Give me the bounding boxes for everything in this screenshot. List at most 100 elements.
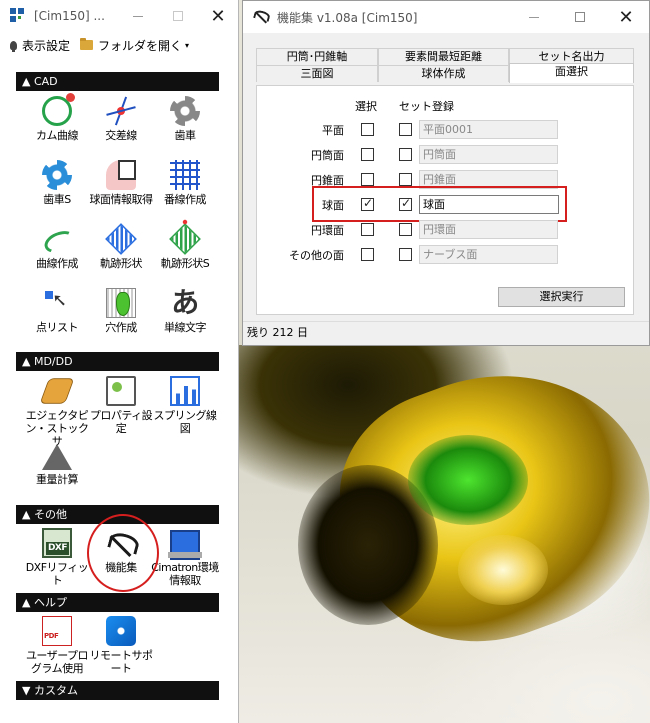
select-checkbox-cylinder[interactable] bbox=[361, 148, 374, 161]
dialog-titlebar[interactable]: 機能集 v1.08a [Cim150] ✕ bbox=[243, 1, 649, 33]
tile-label: カム曲線 bbox=[36, 129, 79, 142]
pickaxe-icon bbox=[253, 9, 269, 25]
minimize-icon bbox=[133, 15, 143, 17]
maximize-button[interactable] bbox=[158, 0, 198, 32]
tile-label: 球面情報取得 bbox=[89, 193, 154, 206]
close-button[interactable]: ✕ bbox=[198, 0, 238, 32]
section-cad[interactable]: ▲ CAD bbox=[16, 72, 219, 91]
feature-collection-dialog: 機能集 v1.08a [Cim150] ✕ 円筒･円錐軸 要素間最短距離 セット… bbox=[242, 0, 650, 346]
tile-user-program[interactable]: ユーザープログラム使用 bbox=[22, 616, 92, 675]
column-set-register: セット登録 bbox=[399, 100, 454, 113]
sphere-info-icon bbox=[106, 160, 136, 190]
row-label-torus: 円環面 bbox=[311, 224, 344, 237]
chevron-down-icon: ▾ bbox=[185, 40, 190, 50]
face-select-panel: 選択 セット登録 平面 平面0001 円筒面 円筒面 円錐面 円錐面 球面 球面… bbox=[256, 85, 634, 315]
tile-label: ユーザープログラム使用 bbox=[25, 649, 89, 675]
tile-create-curve[interactable]: 曲線作成 bbox=[22, 224, 92, 270]
register-checkbox-cylinder[interactable] bbox=[399, 148, 412, 161]
trajectory-icon bbox=[105, 223, 137, 255]
tile-trajectory-s[interactable]: 軌跡形状S bbox=[150, 223, 220, 270]
section-help[interactable]: ▲ ヘルプ bbox=[16, 593, 219, 612]
tile-label: Cimatron環境情報取 bbox=[151, 561, 219, 587]
register-checkbox-plane[interactable] bbox=[399, 123, 412, 136]
tile-cimatron-env[interactable]: Cimatron環境情報取 bbox=[150, 528, 220, 587]
tile-label: 点リスト bbox=[36, 321, 79, 334]
tab-min-distance[interactable]: 要素間最短距離 bbox=[378, 48, 509, 65]
tile-label: 軌跡形状 bbox=[100, 257, 143, 270]
row-label-other: その他の面 bbox=[289, 249, 344, 262]
tile-remote-support[interactable]: リモートサポート bbox=[86, 616, 156, 675]
tile-cam-curve[interactable]: カム曲線 bbox=[22, 93, 92, 142]
tile-label: スプリング線図 bbox=[153, 409, 218, 435]
tile-label: リモートサポート bbox=[89, 649, 154, 675]
hole-icon bbox=[106, 288, 136, 318]
register-checkbox-cone[interactable] bbox=[399, 173, 412, 186]
row-label-plane: 平面 bbox=[322, 124, 344, 137]
display-settings-label: 表示設定 bbox=[22, 38, 71, 53]
tile-ejector-pin[interactable]: エジェクタピン・ストックサ bbox=[22, 376, 92, 448]
minimize-button[interactable] bbox=[118, 0, 158, 32]
register-checkbox-other[interactable] bbox=[399, 248, 412, 261]
tab-sphere-create[interactable]: 球体作成 bbox=[378, 65, 509, 82]
grid-icon bbox=[170, 160, 200, 190]
tile-single-line-text[interactable]: あ単線文字 bbox=[150, 286, 220, 335]
display-settings-button[interactable]: 表示設定 bbox=[10, 37, 70, 54]
panel-title: [Cim150] ... bbox=[34, 9, 105, 23]
maximize-button[interactable] bbox=[557, 1, 603, 33]
computer-icon bbox=[168, 530, 202, 560]
select-checkbox-torus[interactable] bbox=[361, 223, 374, 236]
document-icon bbox=[106, 376, 136, 406]
close-button[interactable]: ✕ bbox=[603, 1, 649, 33]
tab-face-select[interactable]: 面選択 bbox=[509, 63, 634, 83]
tile-hole[interactable]: 穴作成 bbox=[86, 288, 156, 334]
highlight-circle bbox=[87, 514, 159, 592]
select-checkbox-other[interactable] bbox=[361, 248, 374, 261]
tile-weight-calc[interactable]: 重量計算 bbox=[22, 440, 92, 486]
open-folder-button[interactable]: フォルダを開く ▾ bbox=[80, 37, 189, 54]
section-custom[interactable]: ▼ カスタム bbox=[16, 681, 219, 700]
tab-three-view[interactable]: 三面図 bbox=[256, 65, 378, 82]
tile-label: 軌跡形状S bbox=[160, 257, 210, 270]
tile-point-list[interactable]: 点リスト bbox=[22, 288, 92, 334]
ejector-icon bbox=[39, 378, 75, 404]
set-name-field-other: ナーブス面 bbox=[419, 245, 558, 264]
highlight-box bbox=[312, 186, 567, 222]
chart-icon bbox=[170, 376, 200, 406]
panel-toolbar: 表示設定 フォルダを開く ▾ bbox=[0, 32, 238, 58]
tile-number-line[interactable]: 番線作成 bbox=[150, 160, 220, 206]
cim-panel-window: [Cim150] ... ✕ 表示設定 フォルダを開く ▾ ▲ CAD カム曲線… bbox=[0, 0, 239, 723]
tile-sphere-info[interactable]: 球面情報取得 bbox=[86, 160, 156, 206]
tile-intersection-line[interactable]: 交差線 bbox=[86, 96, 156, 142]
row-label-cylinder: 円筒面 bbox=[311, 149, 344, 162]
open-folder-label: フォルダを開く bbox=[98, 38, 183, 53]
cam-curve-icon bbox=[42, 93, 75, 126]
select-checkbox-cone[interactable] bbox=[361, 173, 374, 186]
lightbulb-icon bbox=[10, 40, 17, 52]
tile-label: 歯車 bbox=[174, 129, 197, 142]
tile-label: 歯車S bbox=[43, 193, 71, 206]
tile-trajectory[interactable]: 軌跡形状 bbox=[86, 223, 156, 270]
tile-gear-s[interactable]: 歯車S bbox=[22, 160, 92, 206]
tile-label: 交差線 bbox=[105, 129, 137, 142]
minimize-button[interactable] bbox=[511, 1, 557, 33]
tile-spring-chart[interactable]: スプリング線図 bbox=[150, 376, 220, 435]
minimize-icon bbox=[529, 16, 539, 18]
tile-gear[interactable]: 歯車 bbox=[150, 96, 220, 142]
panel-titlebar[interactable]: [Cim150] ... ✕ bbox=[0, 0, 238, 32]
tile-label: 曲線作成 bbox=[36, 257, 79, 270]
app-grid-icon bbox=[10, 8, 26, 24]
letter-a-icon: あ bbox=[171, 286, 199, 319]
register-checkbox-torus[interactable] bbox=[399, 223, 412, 236]
select-checkbox-plane[interactable] bbox=[361, 123, 374, 136]
tile-label: DXFリフィット bbox=[25, 561, 89, 587]
tile-dxf-refit[interactable]: DXF DXFリフィット bbox=[22, 528, 92, 587]
tile-property-settings[interactable]: プロパティ設定 bbox=[86, 376, 156, 435]
status-bar: 残り 212 日 bbox=[243, 321, 649, 345]
curve-icon bbox=[42, 224, 72, 254]
execute-selection-button[interactable]: 選択実行 bbox=[498, 287, 625, 307]
close-icon: ✕ bbox=[210, 5, 226, 27]
section-mddd[interactable]: ▲ MD/DD bbox=[16, 352, 219, 371]
folder-icon bbox=[80, 38, 94, 50]
tab-cylinder-cone-axis[interactable]: 円筒･円錐軸 bbox=[256, 48, 378, 65]
tile-label: 穴作成 bbox=[105, 321, 137, 334]
